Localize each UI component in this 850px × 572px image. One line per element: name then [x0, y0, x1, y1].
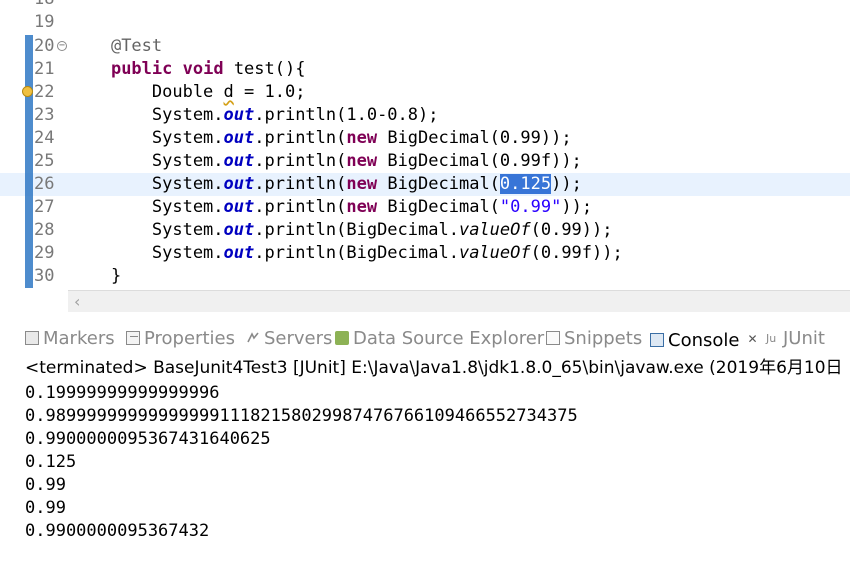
horizontal-scrollbar[interactable]: ‹: [68, 290, 850, 312]
tab-label: Servers: [264, 328, 333, 349]
editor-line[interactable]: 20 − @Test: [0, 35, 850, 58]
line-number: 24: [34, 128, 55, 148]
line-number: 28: [34, 220, 55, 240]
code-method-signature[interactable]: public void test(){: [70, 58, 306, 81]
line-number: 26: [34, 174, 55, 194]
properties-icon: [126, 331, 140, 345]
code-statement[interactable]: System.out.println(1.0-0.8);: [70, 104, 439, 127]
line-number: 18: [34, 0, 58, 11]
console-output-line[interactable]: 0.125: [25, 451, 76, 474]
line-number: 25: [34, 151, 55, 171]
change-marker: [25, 173, 33, 196]
change-marker: [25, 127, 33, 150]
line-number: 20: [34, 36, 55, 56]
tab-label: Properties: [144, 328, 235, 349]
code-statement[interactable]: System.out.println(BigDecimal.valueOf(0.…: [70, 219, 613, 242]
change-marker: [25, 265, 33, 288]
line-number: 30: [34, 266, 55, 286]
warning-icon[interactable]: [22, 86, 33, 97]
code-annotation-test[interactable]: @Test: [70, 35, 162, 58]
console-view[interactable]: <terminated> BaseJunit4Test3 [JUnit] E:\…: [0, 354, 850, 572]
editor-line[interactable]: 27 System.out.println(new BigDecimal("0.…: [0, 196, 850, 219]
console-output-line[interactable]: 0.9900000095367431640625: [25, 428, 271, 451]
tab-snippets[interactable]: Snippets: [546, 324, 642, 354]
tab-label: Snippets: [564, 328, 643, 349]
code-closing-brace[interactable]: }: [70, 265, 121, 288]
text-selection[interactable]: 0.125: [499, 174, 552, 194]
line-number: 27: [34, 197, 55, 217]
tab-label: Console: [668, 330, 740, 351]
scroll-left-icon[interactable]: ‹: [74, 292, 80, 311]
markers-icon: [25, 331, 39, 345]
editor-line[interactable]: 18: [0, 0, 850, 11]
editor-line[interactable]: 24 System.out.println(new BigDecimal(0.9…: [0, 127, 850, 150]
tab-servers[interactable]: Servers: [246, 324, 332, 354]
tab-console[interactable]: Console ✕: [650, 324, 758, 354]
editor-line[interactable]: 29 System.out.println(BigDecimal.valueOf…: [0, 242, 850, 265]
change-marker: [25, 150, 33, 173]
code-editor[interactable]: 18 19 20 − @Test 21 public void test(){ …: [0, 0, 850, 290]
pane-separator[interactable]: [0, 312, 850, 324]
change-marker: [25, 35, 33, 58]
editor-line[interactable]: 25 System.out.println(new BigDecimal(0.9…: [0, 150, 850, 173]
editor-line-current[interactable]: 26 System.out.println(new BigDecimal(0.1…: [0, 173, 850, 196]
tab-label: JUnit: [783, 328, 825, 349]
console-output-line[interactable]: 0.19999999999999996: [25, 382, 219, 405]
editor-line[interactable]: 28 System.out.println(BigDecimal.valueOf…: [0, 219, 850, 242]
editor-line[interactable]: 23 System.out.println(1.0-0.8);: [0, 104, 850, 127]
view-tab-bar: Markers Properties Servers Data Source E…: [0, 324, 850, 354]
tab-junit[interactable]: Ju JUnit: [765, 324, 825, 354]
code-statement[interactable]: System.out.println(new BigDecimal(0.125)…: [70, 173, 582, 196]
change-marker: [25, 196, 33, 219]
line-number: 22: [34, 82, 55, 102]
console-output-line[interactable]: 0.99: [25, 474, 66, 497]
data-source-explorer-icon: [335, 331, 349, 345]
code-statement[interactable]: System.out.println(BigDecimal.valueOf(0.…: [70, 242, 623, 265]
console-output-line[interactable]: 0.99: [25, 497, 66, 520]
change-marker: [25, 242, 33, 265]
console-icon: [650, 333, 664, 347]
editor-line[interactable]: 21 public void test(){: [0, 58, 850, 81]
tab-properties[interactable]: Properties: [126, 324, 235, 354]
console-output-line[interactable]: 0.98999999999999999111821580299874767661…: [25, 405, 578, 428]
tab-data-source-explorer[interactable]: Data Source Explorer: [335, 324, 544, 354]
fold-collapse-icon[interactable]: −: [57, 41, 67, 51]
editor-line[interactable]: 30 }: [0, 265, 850, 288]
close-icon[interactable]: ✕: [747, 332, 757, 346]
snippets-icon: [546, 331, 560, 345]
line-number: 19: [34, 12, 55, 32]
gutter-footer: [0, 290, 68, 312]
tab-label: Markers: [43, 328, 115, 349]
junit-icon: Ju: [765, 325, 779, 345]
code-statement[interactable]: System.out.println(new BigDecimal(0.99))…: [70, 127, 572, 150]
code-statement[interactable]: System.out.println(new BigDecimal("0.99"…: [70, 196, 592, 219]
line-number: 21: [34, 59, 55, 79]
change-marker: [25, 58, 33, 81]
console-process-title: <terminated> BaseJunit4Test3 [JUnit] E:\…: [25, 358, 843, 378]
editor-line[interactable]: 19: [0, 11, 850, 34]
editor-line[interactable]: 22 Double d = 1.0;: [0, 81, 850, 104]
change-marker: [25, 219, 33, 242]
line-number: 23: [34, 105, 55, 125]
tab-label: Data Source Explorer: [353, 328, 545, 349]
servers-icon: [246, 325, 260, 343]
change-marker: [25, 104, 33, 127]
code-statement[interactable]: System.out.println(new BigDecimal(0.99f)…: [70, 150, 582, 173]
svg-text:Ju: Ju: [765, 332, 776, 345]
code-variable-declaration[interactable]: Double d = 1.0;: [70, 81, 306, 104]
tab-markers[interactable]: Markers: [25, 324, 115, 354]
line-number: 29: [34, 243, 55, 263]
console-output-line[interactable]: 0.9900000095367432: [25, 520, 209, 543]
